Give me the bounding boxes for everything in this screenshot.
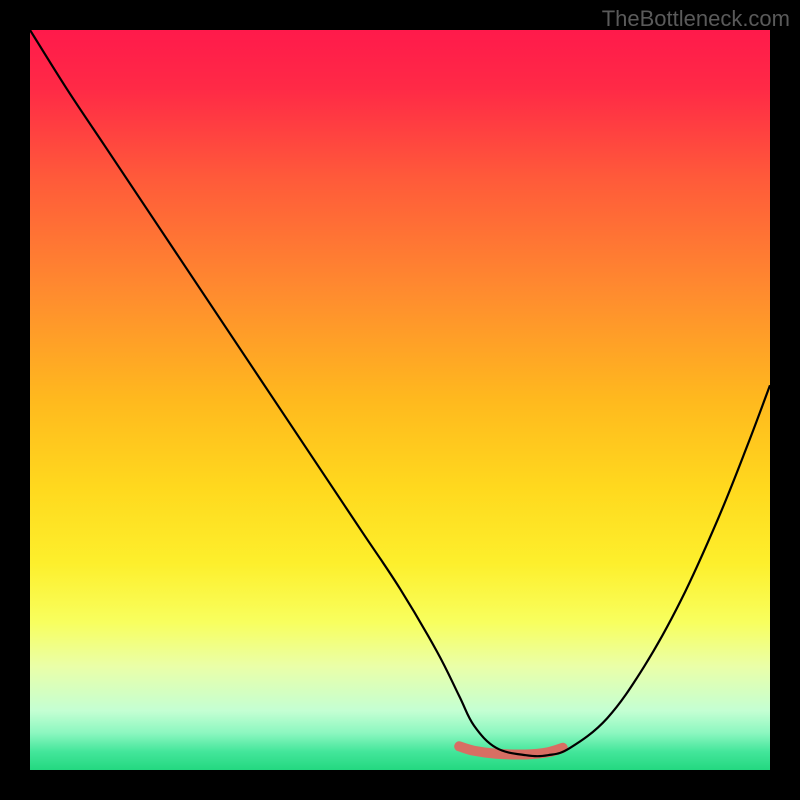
chart-plot-area	[30, 30, 770, 770]
chart-lines	[30, 30, 770, 770]
watermark-text: TheBottleneck.com	[602, 6, 790, 32]
bottleneck-curve-line	[30, 30, 770, 756]
